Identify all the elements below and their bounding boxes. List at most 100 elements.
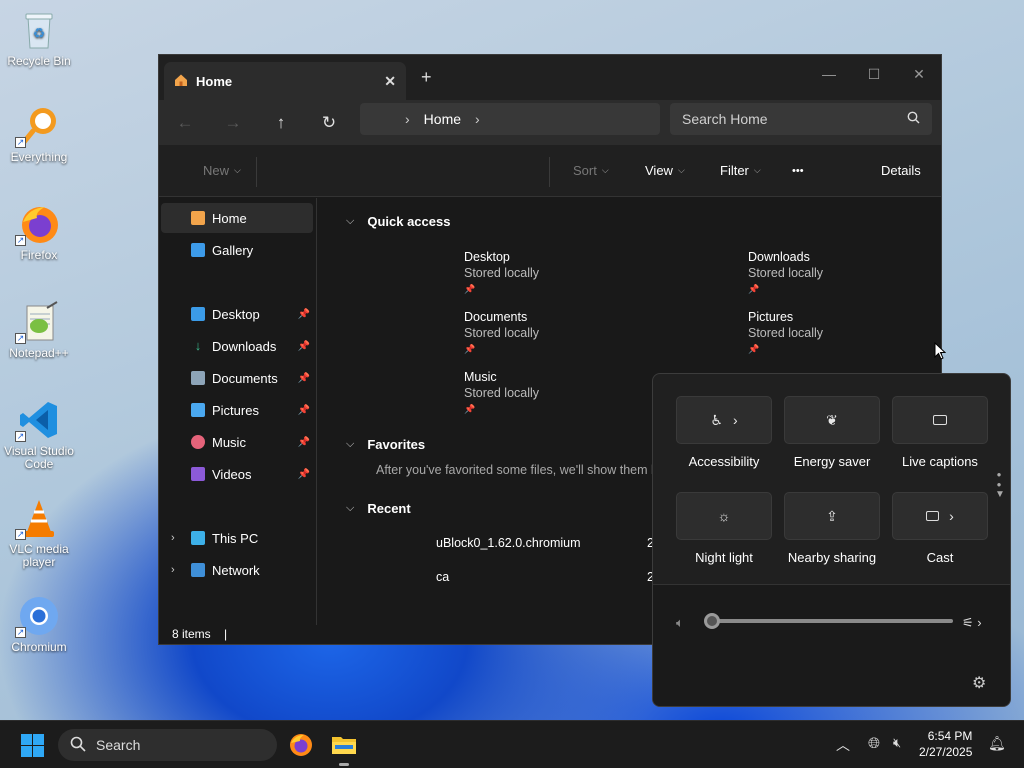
sidebar-item-gallery[interactable]: Gallery xyxy=(161,235,313,265)
item-count: 8 items xyxy=(172,627,211,641)
clock-time: 6:54 PM xyxy=(927,729,973,743)
divider xyxy=(549,157,550,187)
status-divider: | xyxy=(224,627,228,641)
cast-tile[interactable]: › xyxy=(892,492,988,540)
sidebar-item-network[interactable]: › Network xyxy=(161,555,313,585)
up-button[interactable]: ↑ xyxy=(266,110,296,136)
new-tab-button[interactable]: + xyxy=(421,67,432,88)
leaf-icon: ❦ xyxy=(826,411,838,428)
refresh-button[interactable]: ↻ xyxy=(314,110,344,136)
section-recent[interactable]: ⌵ Recent xyxy=(346,501,411,516)
quick-access-item[interactable]: Downloads Stored locally 📌 xyxy=(748,249,823,297)
close-tab-icon[interactable]: ✕ xyxy=(384,73,396,90)
desktop-icon-vlc[interactable]: ↗ VLC media player xyxy=(4,496,74,569)
filter-button[interactable]: Filter ⌵ xyxy=(720,163,761,178)
home-icon xyxy=(174,73,188,90)
notepadpp-icon: ↗ xyxy=(15,300,61,344)
chevron-down-icon[interactable]: ▼ xyxy=(995,489,1005,500)
section-title: Recent xyxy=(367,501,411,516)
sidebar-item-documents[interactable]: Documents 📌 xyxy=(161,363,313,393)
search-input[interactable]: Search Home xyxy=(670,103,932,135)
close-button[interactable]: ✕ xyxy=(904,61,934,87)
sidebar-item-this-pc[interactable]: › This PC xyxy=(161,523,313,553)
sidebar-item-music[interactable]: Music 📌 xyxy=(161,427,313,457)
network-icon xyxy=(191,563,205,577)
sidebar-item-home[interactable]: Home xyxy=(161,203,313,233)
desktop-icon-everything[interactable]: ↗ Everything xyxy=(4,104,74,164)
pin-icon: 📌 xyxy=(748,284,760,294)
breadcrumb-home[interactable]: Home xyxy=(424,111,461,127)
nearby-sharing-tile[interactable]: ⇪ xyxy=(784,492,880,540)
energy-saver-tile[interactable]: ❦ xyxy=(784,396,880,444)
quick-settings-panel: ♿︎ › Accessibility ❦ Energy saver Live ca… xyxy=(652,373,1011,707)
show-hidden-icons-button[interactable]: ︿ xyxy=(836,735,850,755)
sort-button[interactable]: Sort ⌵ xyxy=(573,163,609,178)
page-indicator[interactable]: ● ● ▼ xyxy=(995,470,1005,500)
desktop-icon-vscode[interactable]: ↗ Visual Studio Code xyxy=(4,398,74,471)
desktop-icon-notepadpp[interactable]: ↗ Notepad++ xyxy=(4,300,74,360)
live-captions-tile[interactable] xyxy=(892,396,988,444)
details-button[interactable]: Details xyxy=(881,163,921,178)
quick-access-item[interactable]: Music Stored locally 📌 xyxy=(464,369,539,417)
desktop-icon-chromium[interactable]: ↗ Chromium xyxy=(4,594,74,654)
start-windows-icon[interactable] xyxy=(21,734,44,762)
tab-home[interactable]: Home ✕ xyxy=(164,62,406,100)
new-button[interactable]: New ⌵ xyxy=(203,163,241,178)
firefox-icon: ↗ xyxy=(15,202,61,246)
everything-icon: ↗ xyxy=(15,104,61,148)
sidebar-item-pictures[interactable]: Pictures 📌 xyxy=(161,395,313,425)
quick-access-item[interactable]: Pictures Stored locally 📌 xyxy=(748,309,823,357)
sidebar-item-label: Network xyxy=(212,562,260,578)
volume-muted-icon[interactable]: 🔇︎ xyxy=(893,735,901,751)
settings-gear-icon[interactable]: ⚙︎ xyxy=(972,673,986,693)
maximize-button[interactable]: ☐ xyxy=(859,61,889,87)
item-name: Desktop xyxy=(464,250,510,264)
taskbar-search-box[interactable]: Search xyxy=(58,729,277,761)
sidebar-item-label: Downloads xyxy=(212,338,277,354)
tile-label: Live captions xyxy=(902,454,978,469)
night-light-tile[interactable]: ☼ xyxy=(676,492,772,540)
desktop-icon-firefox[interactable]: ↗ Firefox xyxy=(4,202,74,262)
network-globe-icon[interactable]: 🌐︎ xyxy=(868,735,880,752)
item-status: Stored locally xyxy=(464,386,540,400)
item-name: Music xyxy=(464,370,497,384)
chevron-right-icon[interactable]: › xyxy=(171,564,175,576)
item-status: Stored locally xyxy=(748,266,824,280)
chevron-right-icon[interactable]: › xyxy=(949,508,954,524)
chevron-right-icon[interactable]: › xyxy=(171,532,175,544)
section-title: Favorites xyxy=(367,437,426,452)
file-explorer-taskbar-icon[interactable] xyxy=(330,731,358,766)
minimize-button[interactable]: — xyxy=(814,61,844,87)
section-favorites[interactable]: ⌵ Favorites xyxy=(346,437,425,452)
chevron-right-icon[interactable]: › xyxy=(733,412,738,428)
audio-output-button[interactable]: ⚟ › xyxy=(962,615,982,631)
speaker-muted-icon[interactable]: 🔈︎ xyxy=(676,615,684,631)
firefox-taskbar-icon[interactable] xyxy=(288,732,314,763)
sidebar-item-desktop[interactable]: Desktop 📌 xyxy=(161,299,313,329)
chevron-right-icon: › xyxy=(475,111,480,127)
view-button[interactable]: View ⌵ xyxy=(645,163,685,178)
desktop-folder-icon xyxy=(191,307,205,321)
back-button[interactable]: ← xyxy=(170,110,200,136)
system-clock[interactable]: 6:54 PM 2/27/2025 xyxy=(919,728,972,760)
quick-access-item[interactable]: Documents Stored locally 📌 xyxy=(464,309,539,357)
sidebar-item-downloads[interactable]: ↓ Downloads 📌 xyxy=(161,331,313,361)
notification-bell-icon[interactable]: 🔔︎ xyxy=(988,735,1006,752)
volume-slider[interactable] xyxy=(704,613,953,629)
more-options-button[interactable]: ••• xyxy=(792,165,804,177)
forward-button[interactable]: → xyxy=(218,110,248,136)
section-quick-access[interactable]: ⌵ Quick access xyxy=(346,214,450,229)
chevron-down-icon: ⌵ xyxy=(346,438,355,450)
pin-icon: 📌 xyxy=(464,284,476,294)
pin-icon: 📌 xyxy=(297,340,310,352)
desktop-icon-recycle-bin[interactable]: ♻ Recycle Bin xyxy=(4,8,74,68)
volume-thumb[interactable] xyxy=(704,613,720,629)
accessibility-tile[interactable]: ♿︎ › xyxy=(676,396,772,444)
brightness-icon: ☼ xyxy=(717,508,731,524)
sidebar-item-videos[interactable]: Videos 📌 xyxy=(161,459,313,489)
quick-access-item[interactable]: Desktop Stored locally 📌 xyxy=(464,249,539,297)
sort-label: Sort xyxy=(573,163,597,178)
divider xyxy=(256,157,257,187)
desktop-icon-label: Chromium xyxy=(11,640,67,654)
address-field[interactable]: › Home › xyxy=(360,103,660,135)
